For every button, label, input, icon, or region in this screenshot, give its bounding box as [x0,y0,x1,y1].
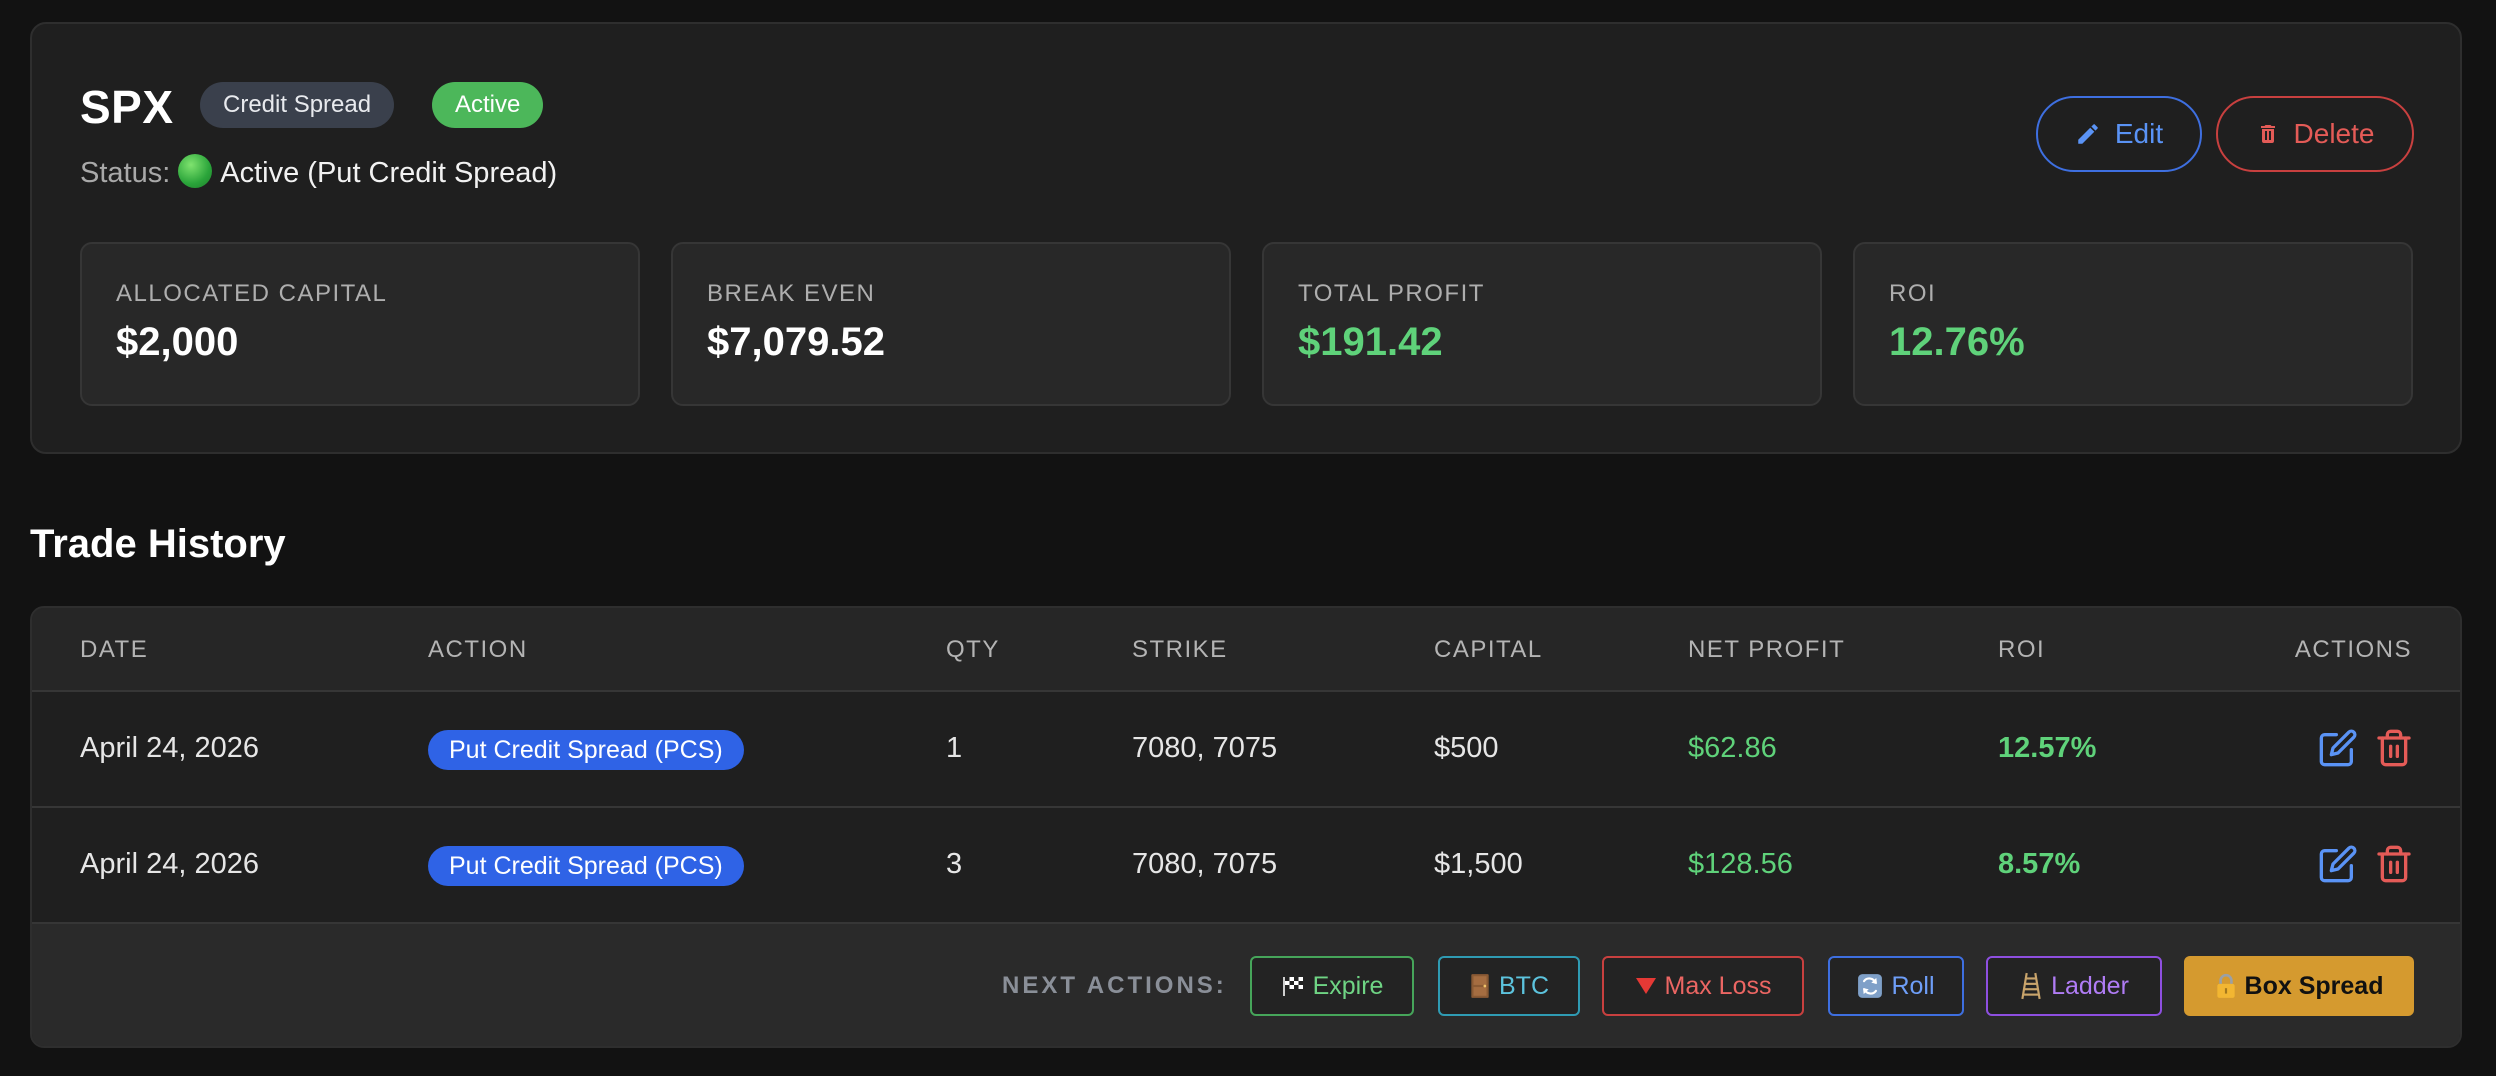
next-actions-bar: NEXT ACTIONS: Expire BTC Max Loss Roll L… [32,924,2460,1046]
metric-value: $7,079.52 [707,320,885,364]
row-edit-icon[interactable] [2318,728,2358,768]
roll-button[interactable]: Roll [1828,956,1964,1016]
trade-history-table: DATE ACTION QTY STRIKE CAPITAL NET PROFI… [30,606,2462,1048]
cell-qty: 1 [946,732,963,764]
ladder-icon [2021,972,2041,1000]
expire-button[interactable]: Expire [1250,956,1414,1016]
action-pill: Put Credit Spread (PCS) [428,730,744,770]
metric-value: $191.42 [1298,320,1443,364]
box-spread-label: Box Spread [2244,971,2384,1000]
metric-total-profit: TOTAL PROFIT $191.42 [1262,242,1822,406]
table-header: DATE ACTION QTY STRIKE CAPITAL NET PROFI… [32,608,2460,692]
metric-allocated-capital: ALLOCATED CAPITAL $2,000 [80,242,640,406]
cell-roi: 8.57% [1998,848,2081,880]
cell-capital: $500 [1434,732,1499,764]
column-header-action: ACTION [428,636,528,663]
next-actions-label: NEXT ACTIONS: [1002,972,1227,999]
trade-history-title: Trade History [30,522,286,566]
cell-date: April 24, 2026 [80,848,259,880]
active-status-badge: Active [432,82,544,128]
cell-date: April 24, 2026 [80,732,259,764]
action-pill: Put Credit Spread (PCS) [428,846,744,886]
table-row: April 24, 2026 Put Credit Spread (PCS) 1… [32,692,2460,808]
door-icon [1471,974,1489,998]
cell-net-profit: $62.86 [1688,732,1777,764]
column-header-net-profit: NET PROFIT [1688,636,1846,663]
max-loss-label: Max Loss [1664,971,1772,1000]
column-header-date: DATE [80,636,149,663]
cell-strike: 7080, 7075 [1132,848,1278,880]
trash-icon [2260,125,2275,143]
max-loss-button[interactable]: Max Loss [1602,956,1804,1016]
green-circle-icon [178,154,213,188]
metric-label: TOTAL PROFIT [1298,280,1485,307]
cell-strike: 7080, 7075 [1132,732,1278,764]
red-triangle-down-icon [1635,978,1656,994]
row-edit-icon[interactable] [2318,844,2358,884]
metric-label: ROI [1889,280,1937,307]
ticker-symbol: SPX [80,81,174,133]
pencil-icon [2078,124,2098,144]
column-header-strike: STRIKE [1132,636,1228,663]
delete-button[interactable]: Delete [2216,96,2414,172]
cell-net-profit: $128.56 [1688,848,1793,880]
table-row: April 24, 2026 Put Credit Spread (PCS) 3… [32,808,2460,924]
column-header-actions: ACTIONS [2294,636,2412,663]
metric-label: BREAK EVEN [707,280,876,307]
roll-label: Roll [1891,971,1935,1000]
position-summary-card: SPX Credit Spread Active Status: Active (… [30,22,2462,454]
btc-button[interactable]: BTC [1438,956,1580,1016]
cell-roi: 12.57% [1998,732,2097,764]
column-header-qty: QTY [946,636,1000,663]
status-label: Status: [80,157,171,189]
expire-label: Expire [1312,971,1384,1000]
btc-label: BTC [1499,971,1549,1000]
row-trash-icon[interactable] [2374,728,2414,768]
metric-value: $2,000 [116,320,239,364]
strategy-type-badge: Credit Spread [200,82,395,128]
metric-value: 12.76% [1889,320,2025,364]
column-header-capital: CAPITAL [1434,636,1543,663]
lock-icon [2216,973,2235,998]
cycle-arrows-icon [1858,974,1883,998]
column-header-roi: ROI [1998,636,2046,663]
metric-break-even: BREAK EVEN $7,079.52 [671,242,1231,406]
cell-qty: 3 [946,848,963,880]
edit-button[interactable]: Edit [2036,96,2202,172]
metric-label: ALLOCATED CAPITAL [116,280,388,307]
ladder-button[interactable]: Ladder [1986,956,2162,1016]
status-value: Active (Put Credit Spread) [220,157,558,189]
ladder-label: Ladder [2051,971,2129,1000]
box-spread-button[interactable]: Box Spread [2184,956,2414,1016]
edit-button-label: Edit [2114,118,2164,149]
row-trash-icon[interactable] [2374,844,2414,884]
metric-roi: ROI 12.76% [1853,242,2413,406]
status-line: Status: Active (Put Credit Spread) [80,154,557,190]
delete-button-label: Delete [2293,118,2375,149]
cell-capital: $1,500 [1434,848,1523,880]
checkered-flag-icon [1282,977,1303,996]
